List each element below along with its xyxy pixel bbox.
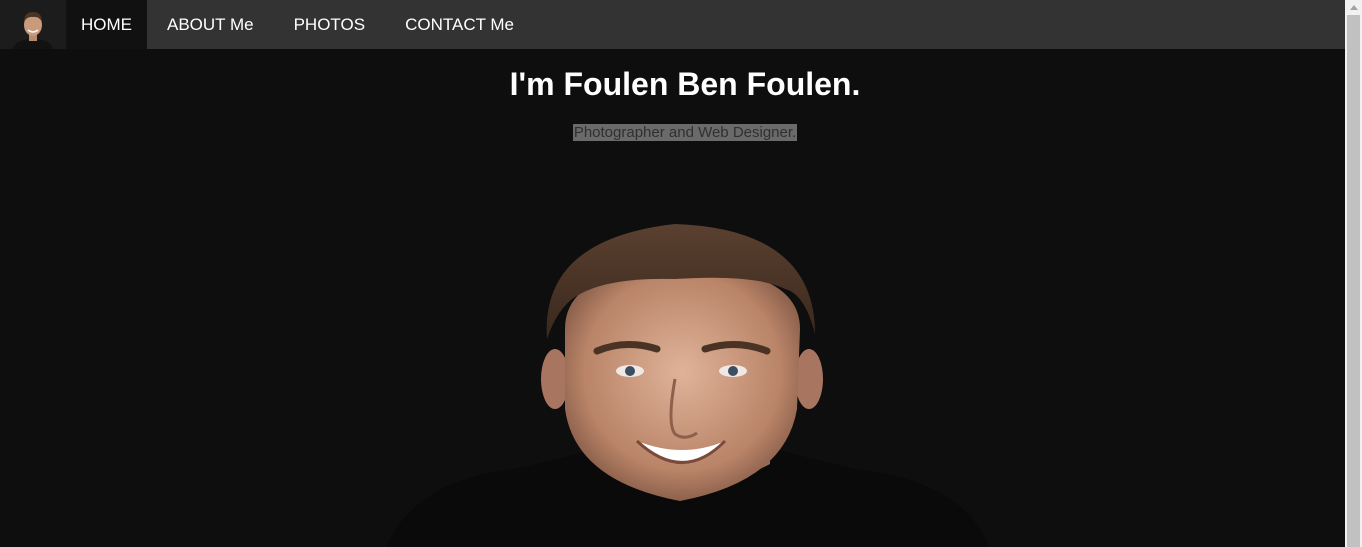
portrait-photo [385,224,990,547]
page-title: I'm Foulen Ben Foulen. [509,66,861,102]
avatar-thumbnail [13,12,53,49]
top-navbar: HOME ABOUT Me PHOTOS CONTACT Me [0,0,1345,49]
page: HOME ABOUT Me PHOTOS CONTACT Me I'm Foul… [0,0,1362,547]
profile-avatar-icon[interactable] [0,0,66,49]
nav-item-home-label: HOME [81,14,132,34]
page-subtitle: Photographer and Web Designer. [572,124,798,141]
scroll-up-arrow-icon[interactable] [1345,0,1362,14]
nav-item-contact[interactable]: CONTACT Me [385,0,534,49]
vertical-scrollbar[interactable] [1345,0,1362,547]
nav-item-about-label: ABOUT Me [167,14,254,34]
nav-item-home[interactable]: HOME [66,0,147,49]
subtitle-wrapper: Photographer and Web Designer. [0,124,1362,142]
hero-section: I'm Foulen Ben Foulen. Photographer and … [0,49,1345,547]
nav-item-about[interactable]: ABOUT Me [147,0,274,49]
nav-item-contact-label: CONTACT Me [405,14,515,34]
nav-item-photos-label: PHOTOS [293,14,366,34]
scrollbar-thumb[interactable] [1347,15,1360,547]
nav-item-photos[interactable]: PHOTOS [274,0,385,49]
